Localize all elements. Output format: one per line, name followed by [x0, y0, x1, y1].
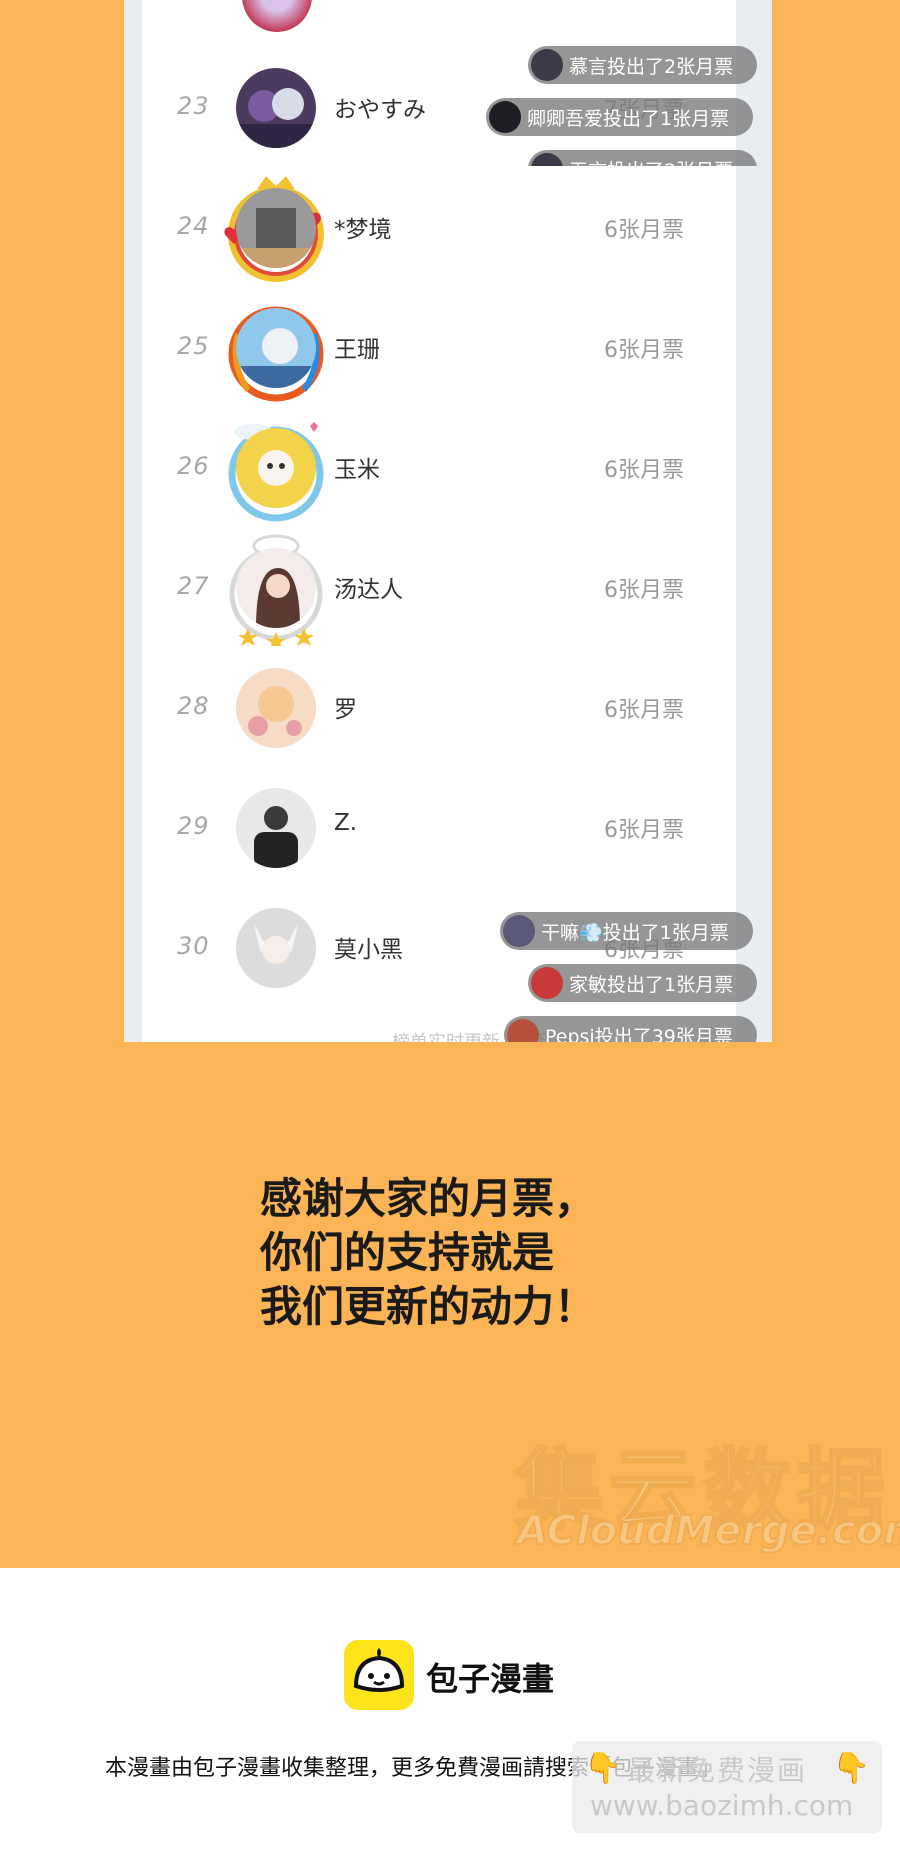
toast-text: 慕言投出了2张月票	[569, 55, 734, 78]
toast-avatar	[531, 967, 563, 999]
watermark-en: ACloudMerge.com	[516, 1507, 900, 1555]
toast-avatar	[489, 101, 521, 133]
rank-number: 28	[177, 692, 210, 720]
thanks-line: 感谢大家的月票，	[260, 1174, 597, 1223]
toast-text: 无言投出了2张月票	[569, 156, 733, 167]
user-avatar[interactable]	[236, 788, 316, 868]
toast-avatar	[507, 1019, 539, 1042]
ranking-row[interactable]: 24 *梦境 6张月票	[142, 170, 736, 290]
toast-avatar	[531, 153, 563, 166]
vote-count: 6张月票	[604, 458, 684, 483]
rank-number: 23	[177, 92, 210, 120]
brand-footer: 包子漫畫 本漫畫由包子漫畫收集整理，更多免費漫画請搜索「包子漫畫」 👇 最新免费…	[0, 1568, 900, 1850]
ranking-row[interactable]: 25 王珊 6张月票	[142, 290, 736, 410]
hand-pointer-icon: 👇	[832, 1751, 870, 1786]
user-name: 罗	[334, 697, 357, 723]
thanks-message: 感谢大家的月票， 你们的支持就是 我们更新的动力！	[260, 1172, 596, 1334]
user-avatar[interactable]	[236, 308, 316, 388]
user-name: 玉米	[334, 457, 380, 483]
hand-pointer-icon: 👇	[584, 1751, 622, 1786]
user-name: 王珊	[334, 337, 380, 363]
vote-count: 6张月票	[604, 338, 684, 363]
promo-badge[interactable]: 👇 最新免费漫画 👇 www.baozimh.com	[572, 1741, 882, 1833]
user-avatar[interactable]	[236, 188, 316, 268]
promo-title: 最新免费漫画	[627, 1754, 808, 1787]
brand-name[interactable]: 包子漫畫	[426, 1654, 554, 1700]
vote-toast: 无言投出了2张月票	[528, 150, 758, 167]
user-avatar[interactable]	[236, 668, 316, 748]
user-avatar[interactable]	[236, 428, 316, 508]
toast-avatar	[503, 915, 535, 947]
partial-row-votes	[604, 0, 684, 2]
rank-number: 30	[177, 932, 210, 960]
rank-number: 29	[177, 812, 210, 840]
user-avatar[interactable]	[236, 68, 316, 148]
thanks-line: 我们更新的动力！	[260, 1282, 597, 1331]
vote-toast: 卿卿吾爱投出了1张月票	[486, 98, 754, 136]
user-name: *梦境	[334, 217, 392, 243]
user-avatar[interactable]	[236, 548, 316, 628]
ranking-row[interactable]: 28 罗 6张月票	[142, 650, 736, 770]
toast-text: 卿卿吾爱投出了1张月票	[527, 107, 730, 130]
watermark: 集云数据 ACloudMerge.com	[513, 1420, 900, 1560]
user-name: 汤达人	[334, 577, 403, 603]
vote-toast: 干嘛💨投出了1张月票	[500, 912, 753, 950]
vote-count: 6张月票	[604, 578, 684, 603]
thanks-line: 你们的支持就是	[260, 1228, 555, 1277]
toast-text: 家敏投出了1张月票	[569, 973, 734, 996]
toast-text: Pepsi投出了39张月票	[545, 1025, 733, 1043]
vote-count: 6张月票	[604, 218, 684, 243]
vote-toast: 慕言投出了2张月票	[528, 46, 758, 84]
user-avatar[interactable]	[236, 908, 316, 988]
user-name: 莫小黑	[334, 937, 403, 963]
vote-count: 6张月票	[604, 698, 684, 723]
toast-text: 干嘛💨投出了1张月票	[541, 921, 729, 944]
ranking-row[interactable]: 26 玉米 6张月票	[142, 410, 736, 530]
toast-stack-top: 慕言投出了2张月票 卿卿吾爱投出了1张月票 无言投出了2张月票	[480, 42, 772, 166]
bun-logo-icon[interactable]	[344, 1640, 414, 1710]
ranking-row[interactable]: 29 Z. 6张月票	[142, 770, 736, 890]
promo-url[interactable]: www.baozimh.com	[590, 1789, 853, 1822]
vote-count: 6张月票	[604, 818, 684, 843]
ranking-row[interactable]: 27 汤达人 6张月票	[142, 530, 736, 650]
partial-row-avatar	[242, 0, 312, 32]
toast-stack-bottom: 干嘛💨投出了1张月票 家敏投出了1张月票 Pepsi投出了39张月票	[480, 910, 772, 1042]
user-name: Z.	[334, 810, 358, 836]
user-name: おやすみ	[334, 97, 426, 123]
toast-avatar	[531, 49, 563, 81]
vote-toast: 家敏投出了1张月票	[528, 964, 758, 1002]
vote-toast: Pepsi投出了39张月票	[504, 1016, 757, 1042]
